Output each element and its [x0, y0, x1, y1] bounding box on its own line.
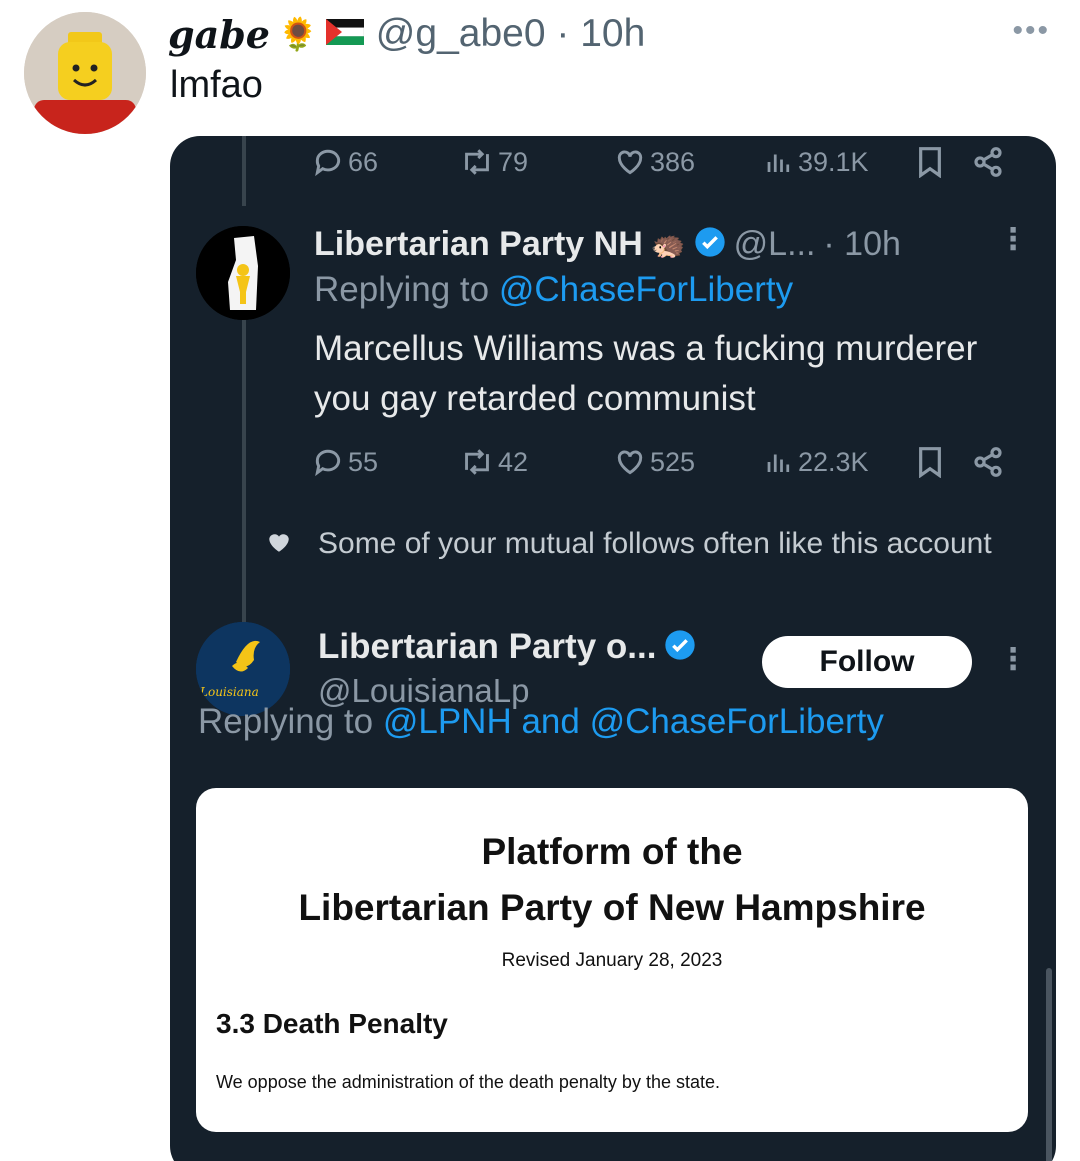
- repost-icon: [465, 449, 489, 475]
- thread-line: [242, 136, 246, 206]
- like-count: 386: [650, 146, 696, 177]
- scrollbar[interactable]: [1046, 968, 1052, 1161]
- document-body: We oppose the administration of the deat…: [216, 1072, 720, 1092]
- screenshot-card[interactable]: 66 79 386 39.1K Libertarian Party NH 🦔 @…: [170, 136, 1056, 1161]
- document-title-line1: Platform of the: [481, 831, 743, 872]
- replying-link[interactable]: @ChaseForLiberty: [499, 270, 793, 309]
- share-icon[interactable]: [972, 146, 1004, 183]
- like-count: 525: [650, 446, 696, 477]
- bookmark-icon[interactable]: [916, 446, 944, 483]
- heart-icon: [617, 450, 643, 475]
- bookmark-icon[interactable]: [916, 146, 944, 183]
- platform-document-image[interactable]: Platform of the Libertarian Party of New…: [196, 788, 1028, 1132]
- sunflower-emoji: 🌻: [277, 16, 318, 52]
- reply-count: 66: [348, 146, 379, 177]
- views-count: 39.1K: [798, 146, 869, 177]
- user-avatar[interactable]: [24, 12, 146, 134]
- verified-badge-icon: [664, 629, 696, 666]
- display-name[interactable]: gabe: [168, 12, 270, 57]
- views-action[interactable]: 39.1K: [764, 140, 869, 184]
- repost-count: 79: [498, 146, 529, 177]
- lego-avatar-image: [24, 12, 146, 134]
- second-header: Libertarian Party o...: [318, 624, 696, 670]
- replying-link-lpnh[interactable]: @LPNH: [383, 702, 512, 741]
- reply-header: Libertarian Party NH 🦔 @L... · 10h: [314, 222, 901, 266]
- thread-line: [242, 316, 246, 626]
- second-author-name[interactable]: Libertarian Party o...: [318, 627, 656, 667]
- reply-icon: [315, 449, 341, 477]
- reply-action[interactable]: 55: [312, 440, 378, 484]
- top-action-row: 66 79 386 39.1K: [312, 140, 1012, 184]
- replying-prefix: Replying to: [314, 270, 499, 309]
- lpnh-logo: [196, 226, 290, 320]
- reply-more-icon[interactable]: ⋮: [998, 222, 1028, 257]
- views-count: 22.3K: [798, 446, 869, 477]
- repost-action[interactable]: 79: [460, 140, 528, 184]
- tweet-text: lmfao: [170, 64, 263, 106]
- views-icon: [767, 454, 790, 472]
- document-title: Platform of the Libertarian Party of New…: [196, 824, 1028, 936]
- views-icon: [767, 154, 790, 172]
- user-handle[interactable]: @g_abe0: [376, 12, 546, 55]
- repost-action[interactable]: 42: [460, 440, 528, 484]
- like-action[interactable]: 386: [614, 140, 695, 184]
- replying-prefix: Replying to: [198, 702, 383, 741]
- reply-count: 55: [348, 446, 379, 477]
- second-more-icon[interactable]: ⋮: [998, 642, 1028, 677]
- repost-count: 42: [498, 446, 529, 477]
- follow-button[interactable]: Follow: [762, 636, 972, 688]
- separator: ·: [556, 12, 570, 55]
- reply-time[interactable]: · 10h: [823, 225, 901, 264]
- second-replying-to: Replying to @LPNH and @ChaseForLiberty: [198, 702, 884, 742]
- tweet-header: gabe 🌻 @g_abe0 · 10h: [168, 10, 645, 58]
- repost-icon: [465, 149, 489, 175]
- palestine-flag-icon: [325, 18, 365, 50]
- heart-icon: [266, 530, 292, 559]
- share-icon[interactable]: [972, 446, 1004, 483]
- lpnh-avatar[interactable]: [196, 226, 290, 320]
- svg-text:Louisiana: Louisiana: [199, 685, 259, 699]
- replying-link-chase[interactable]: @ChaseForLiberty: [590, 702, 884, 741]
- more-options-icon[interactable]: •••: [1012, 14, 1050, 48]
- reply-action-row: 55 42 525 22.3K: [312, 440, 1012, 484]
- replying-and: and: [511, 702, 590, 741]
- handle-and-time: @g_abe0 · 10h: [376, 12, 646, 56]
- like-action[interactable]: 525: [614, 440, 695, 484]
- replying-to: Replying to @ChaseForLiberty: [314, 270, 793, 310]
- document-section-heading: 3.3 Death Penalty: [216, 1008, 448, 1039]
- heart-icon: [617, 150, 643, 175]
- document-revised-date: Revised January 28, 2023: [501, 950, 723, 971]
- reply-author-name[interactable]: Libertarian Party NH: [314, 225, 643, 264]
- document-title-line2: Libertarian Party of New Hampshire: [298, 887, 926, 928]
- mutual-follows-note: Some of your mutual follows often like t…: [318, 527, 992, 560]
- reply-author-handle[interactable]: @L...: [734, 225, 816, 264]
- post-time[interactable]: 10h: [580, 12, 645, 55]
- verified-badge-icon: [694, 226, 726, 263]
- views-action[interactable]: 22.3K: [764, 440, 869, 484]
- hedgehog-emoji: 🦔: [650, 228, 686, 260]
- reply-text: Marcellus Williams was a fucking murdere…: [314, 329, 978, 418]
- reply-action[interactable]: 66: [312, 140, 378, 184]
- reply-icon: [315, 149, 341, 177]
